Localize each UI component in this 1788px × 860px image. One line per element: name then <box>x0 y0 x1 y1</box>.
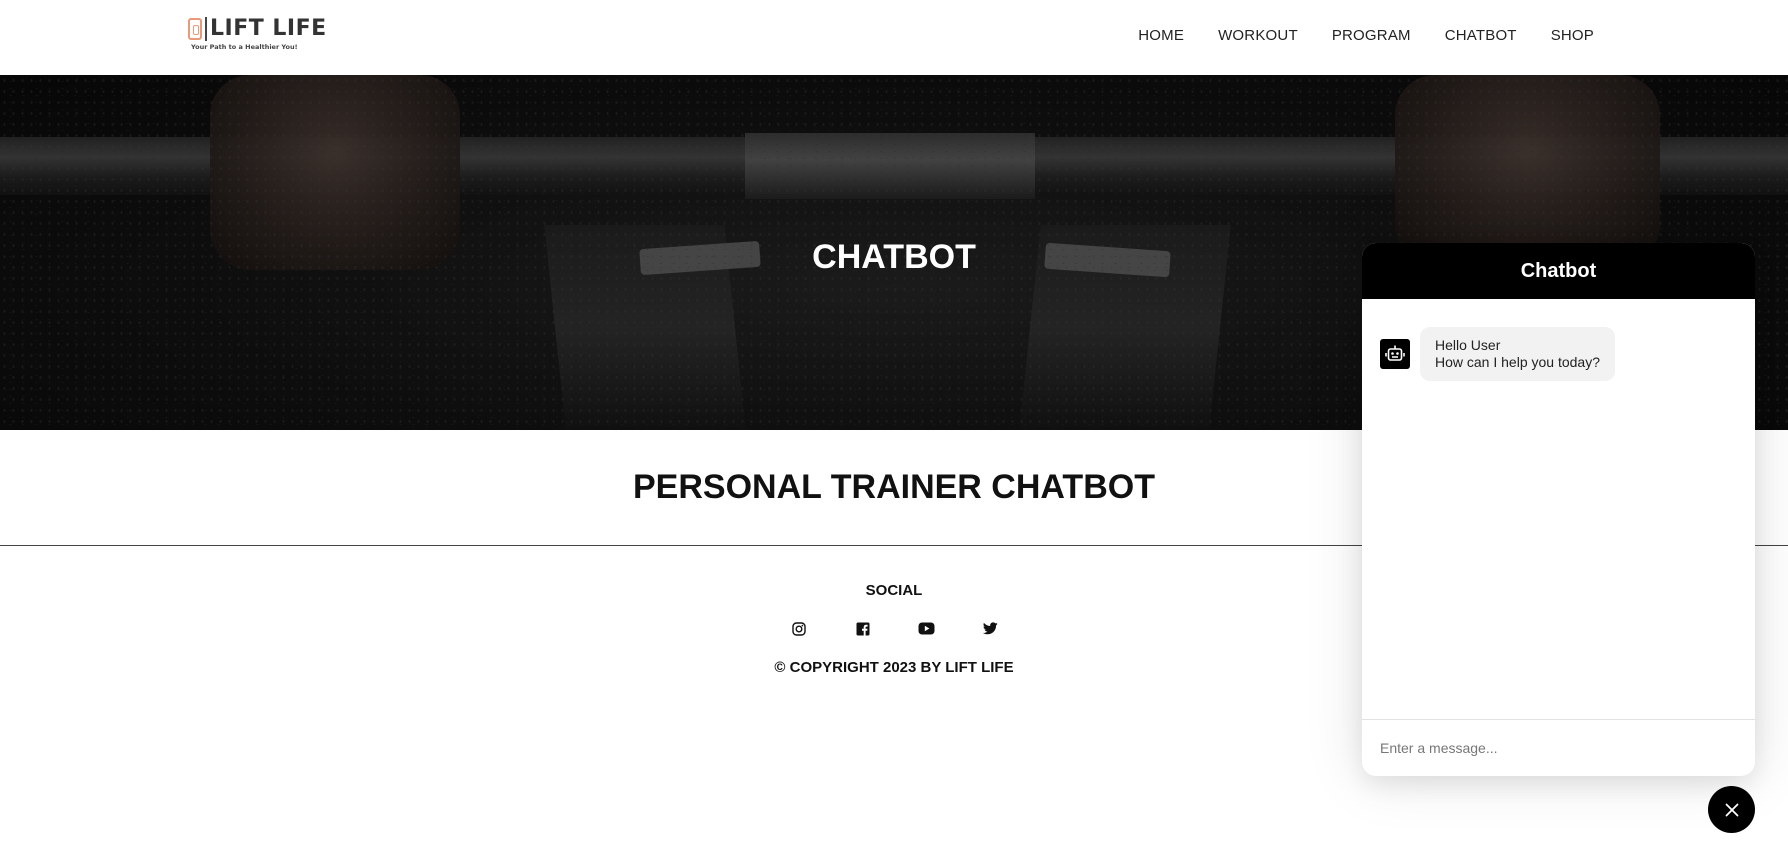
chat-bubble-bot: Hello User How can I help you today? <box>1420 327 1615 381</box>
youtube-icon[interactable] <box>918 620 935 637</box>
facebook-icon[interactable] <box>854 620 871 637</box>
twitter-icon[interactable] <box>982 620 999 637</box>
chatbot-header: Chatbot <box>1362 243 1755 299</box>
chat-message-input[interactable] <box>1362 720 1755 776</box>
logo-text: LIFT LIFE <box>210 16 327 41</box>
logo-tagline: Your Path to a Healthier You! <box>191 43 298 51</box>
nav-shop[interactable]: SHOP <box>1551 27 1594 44</box>
nav-workout[interactable]: WORKOUT <box>1218 27 1298 44</box>
chat-message-line: Hello User <box>1435 337 1501 353</box>
logo-mark-icon <box>188 17 202 40</box>
chat-message-line: How can I help you today? <box>1435 354 1600 370</box>
social-links <box>790 620 999 637</box>
chatbot-title: Chatbot <box>1520 259 1597 282</box>
chat-input-area <box>1362 719 1755 776</box>
robot-icon <box>1380 339 1410 369</box>
logo-divider <box>205 16 207 41</box>
chat-close-button[interactable] <box>1708 786 1755 833</box>
instagram-icon[interactable] <box>790 620 807 637</box>
close-icon <box>1725 803 1738 816</box>
logo[interactable]: LIFT LIFE Your Path to a Healthier You! <box>188 16 327 56</box>
nav-chatbot[interactable]: CHATBOT <box>1445 27 1517 44</box>
chatbot-window: Chatbot Hello User How can I help you to… <box>1362 243 1755 776</box>
chat-message: Hello User How can I help you today? <box>1380 327 1615 381</box>
site-header: LIFT LIFE Your Path to a Healthier You! … <box>0 0 1788 75</box>
nav-program[interactable]: PROGRAM <box>1332 27 1411 44</box>
nav-home[interactable]: HOME <box>1138 27 1184 44</box>
main-nav: HOME WORKOUT PROGRAM CHATBOT SHOP <box>1138 27 1594 44</box>
